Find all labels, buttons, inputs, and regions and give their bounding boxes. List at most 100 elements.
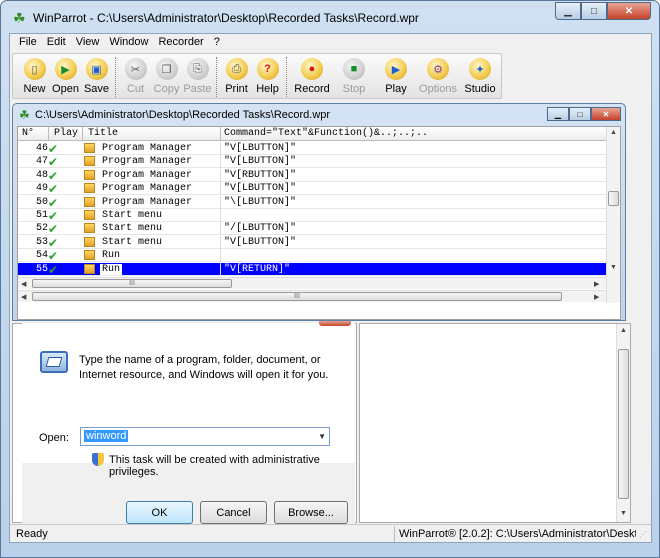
play-check-icon[interactable]: ✔: [48, 236, 58, 250]
scroll-down-arrow-icon[interactable]: ▼: [620, 510, 627, 517]
row-title: Program Manager: [102, 169, 193, 181]
run-close-button[interactable]: [319, 321, 351, 326]
record-button[interactable]: ● Record: [291, 54, 333, 98]
grid-horizontal-thumb-1[interactable]: III: [32, 279, 232, 288]
row-title: Start menu: [102, 223, 163, 235]
column-header-command[interactable]: Command="Text"&Function()&..;..;..: [224, 128, 428, 139]
column-divider[interactable]: [48, 127, 49, 141]
table-row[interactable]: 54 ✔ Run: [18, 249, 606, 263]
row-command[interactable]: "V[LBUTTON]": [224, 156, 296, 167]
grid-vertical-scrollbar[interactable]: ▲ ▼: [606, 127, 620, 303]
table-row[interactable]: 48 ✔ Program Manager "V[RBUTTON]": [18, 168, 606, 183]
column-divider[interactable]: [82, 127, 83, 141]
play-check-icon[interactable]: ✔: [48, 249, 58, 263]
preview-vertical-scrollbar[interactable]: ▲ ▼: [616, 324, 630, 522]
chevron-down-icon[interactable]: ▼: [318, 432, 326, 441]
child-minimize-button[interactable]: ▁: [547, 107, 569, 121]
column-divider: [220, 142, 221, 155]
column-header-title[interactable]: Title: [88, 128, 118, 139]
play-check-icon[interactable]: ✔: [48, 142, 58, 156]
play-check-icon[interactable]: ✔: [48, 196, 58, 210]
ok-button[interactable]: OK: [126, 501, 193, 524]
table-row[interactable]: 50 ✔ Program Manager "\[LBUTTON]": [18, 195, 606, 210]
row-number: 55: [18, 263, 48, 275]
paste-button[interactable]: ⎘ Paste: [182, 54, 213, 98]
play-check-icon[interactable]: ✔: [48, 155, 58, 169]
row-number: 52: [35, 223, 48, 235]
child-close-button[interactable]: ✕: [591, 107, 621, 121]
play-check-icon[interactable]: ✔: [48, 222, 58, 236]
column-divider: [220, 222, 221, 236]
grid-horizontal-thumb-2[interactable]: III: [32, 292, 562, 301]
cancel-button[interactable]: Cancel: [200, 501, 267, 524]
play-check-icon[interactable]: ✔: [48, 263, 58, 277]
table-row[interactable]: 47 ✔ Program Manager "V[LBUTTON]": [18, 155, 606, 169]
row-command[interactable]: "V[LBUTTON]": [224, 237, 296, 248]
menu-view[interactable]: View: [71, 34, 105, 52]
browse-button[interactable]: Browse...: [274, 501, 348, 524]
scroll-left-arrow-icon[interactable]: ◀: [21, 293, 26, 301]
minimize-button[interactable]: ▁: [555, 2, 581, 20]
new-button[interactable]: ▯ New: [19, 54, 50, 98]
menu-edit[interactable]: Edit: [42, 34, 71, 52]
scroll-right-arrow-icon[interactable]: ▶: [594, 293, 599, 301]
preview-vertical-thumb[interactable]: [618, 349, 629, 499]
help-button[interactable]: ? Help: [252, 54, 283, 98]
table-row[interactable]: 51 ✔ Start menu: [18, 209, 606, 223]
save-button[interactable]: ▣ Save: [81, 54, 112, 98]
command-grid[interactable]: N° Play Title Command="Text"&Function()&…: [17, 126, 621, 320]
row-command[interactable]: "V[RETURN]": [224, 264, 290, 275]
grid-horizontal-scrollbar-2[interactable]: ◀ III ▶: [18, 290, 606, 302]
menu-recorder[interactable]: Recorder: [153, 34, 208, 52]
title-bar[interactable]: ☘ WinParrot - C:\Users\Administrator\Des…: [1, 1, 659, 33]
table-row[interactable]: 49 ✔ Program Manager "V[LBUTTON]": [18, 182, 606, 196]
studio-button[interactable]: ✦ Studio: [459, 54, 501, 98]
open-input-value[interactable]: winword: [84, 430, 129, 442]
column-header-play[interactable]: Play: [54, 128, 78, 139]
parrot-doc-icon: ☘: [19, 108, 30, 122]
table-row[interactable]: 52 ✔ Start menu "/[LBUTTON]": [18, 222, 606, 236]
copy-button[interactable]: ❐ Copy: [151, 54, 182, 98]
stop-button[interactable]: ■ Stop: [333, 54, 375, 98]
copy-icon: ❐: [155, 58, 178, 80]
play-check-icon[interactable]: ✔: [48, 182, 58, 196]
table-row[interactable]: 53 ✔ Start menu "V[LBUTTON]": [18, 235, 606, 250]
child-maximize-button[interactable]: □: [569, 107, 591, 121]
row-number: 50: [35, 196, 48, 208]
column-header-number[interactable]: N°: [22, 128, 34, 139]
column-divider: [220, 195, 221, 209]
menu-window[interactable]: Window: [104, 34, 153, 52]
studio-button-label: Studio: [464, 83, 496, 95]
scroll-up-arrow-icon[interactable]: ▲: [620, 327, 627, 334]
scroll-down-arrow-icon[interactable]: ▼: [610, 264, 617, 271]
row-command[interactable]: "/[LBUTTON]": [224, 223, 296, 234]
scroll-left-arrow-icon[interactable]: ◀: [21, 280, 26, 288]
menu-help[interactable]: ?: [209, 34, 225, 52]
column-divider[interactable]: [220, 127, 221, 141]
scroll-up-arrow-icon[interactable]: ▲: [610, 129, 617, 136]
table-row[interactable]: 46 ✔ Program Manager "V[LBUTTON]": [18, 142, 606, 156]
row-command[interactable]: "V[RBUTTON]": [224, 170, 296, 181]
menu-file[interactable]: File: [14, 34, 42, 52]
record-button-label: Record: [294, 83, 330, 95]
row-command[interactable]: "V[LBUTTON]": [224, 143, 296, 154]
row-command[interactable]: "\[LBUTTON]": [224, 197, 296, 208]
caption-buttons: ▁ □ ✕: [555, 2, 651, 20]
grid-horizontal-scrollbar-1[interactable]: ◀ III ▶: [18, 277, 606, 289]
play-button[interactable]: ▶ Play: [375, 54, 417, 98]
column-divider: [220, 168, 221, 182]
grid-vertical-thumb[interactable]: [608, 191, 619, 206]
row-command[interactable]: "V[LBUTTON]": [224, 183, 296, 194]
table-row[interactable]: 55 ✔ Run "V[RETURN]": [18, 262, 606, 277]
print-button[interactable]: ⎙ Print: [221, 54, 252, 98]
open-button[interactable]: ▶ Open: [50, 54, 81, 98]
resize-grip-icon[interactable]: ⋰: [639, 530, 649, 540]
cut-button[interactable]: ✂ Cut: [120, 54, 151, 98]
options-button[interactable]: ⚙ Options: [417, 54, 459, 98]
close-button[interactable]: ✕: [607, 2, 651, 20]
scroll-right-arrow-icon[interactable]: ▶: [594, 280, 599, 288]
maximize-button[interactable]: □: [581, 2, 607, 20]
play-check-icon[interactable]: ✔: [48, 209, 58, 223]
play-check-icon[interactable]: ✔: [48, 169, 58, 183]
open-combobox[interactable]: winword ▼: [80, 427, 330, 446]
